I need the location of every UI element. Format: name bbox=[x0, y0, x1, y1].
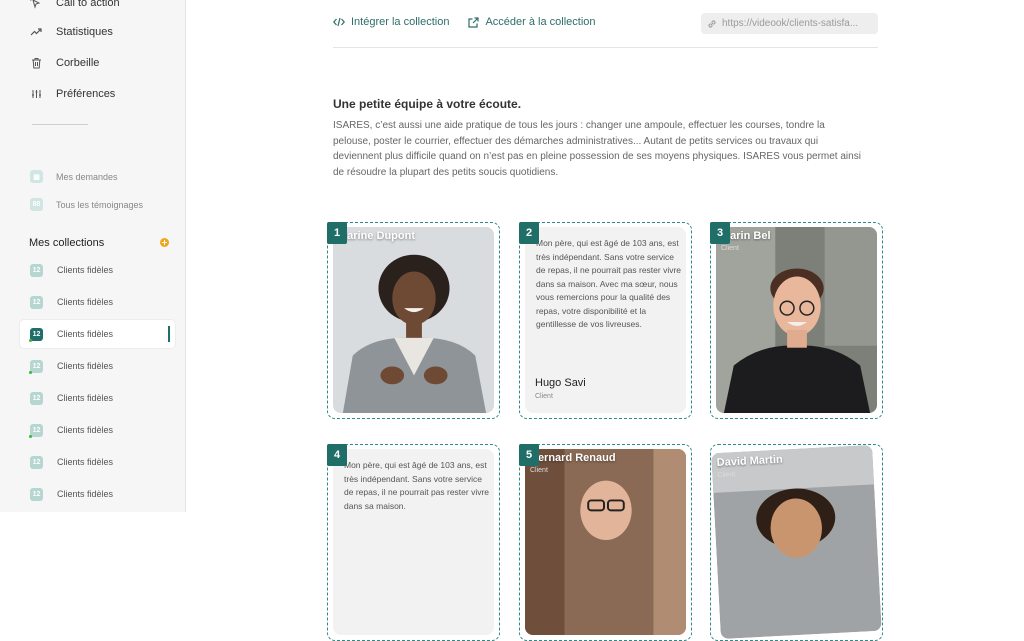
card-author-role: Client bbox=[721, 245, 739, 252]
card-author-role: Client bbox=[717, 471, 736, 480]
sidebar-item-label: Tous les témoignages bbox=[56, 199, 144, 210]
intro-paragraph: ISARES, c’est aussi une aide pratique de… bbox=[333, 120, 861, 178]
card-quote: Mon père, qui est âgé de 103 ans, est tr… bbox=[536, 238, 682, 329]
card-number: 1 bbox=[327, 222, 347, 244]
collection-url-field[interactable]: https://videook/clients-satisfa... bbox=[701, 13, 878, 34]
video-thumbnail[interactable]: David Martin Client bbox=[711, 444, 882, 640]
count-badge: 12 bbox=[30, 487, 43, 501]
collection-label: Clients fidèles bbox=[57, 425, 114, 435]
collection-label: Clients fidèles bbox=[57, 457, 114, 467]
collection-label: Clients fidèles bbox=[57, 265, 114, 275]
card-number: 5 bbox=[519, 444, 539, 466]
card-number: 3 bbox=[710, 222, 730, 244]
collection-item[interactable]: 12 Clients fidèles bbox=[20, 416, 175, 444]
nav-label: Call to action bbox=[56, 0, 120, 9]
count-badge: 12 bbox=[30, 263, 43, 277]
collection-toolbar: Intégrer la collection Accéder à la coll… bbox=[333, 16, 614, 28]
testimonial-card-3[interactable]: 3 Marin Bel Client bbox=[710, 222, 883, 419]
collection-label: Clients fidèles bbox=[57, 393, 114, 403]
testimonial-card-4[interactable]: Mon père, qui est âgé de 103 ans, est tr… bbox=[327, 444, 500, 641]
count-badge: 88 bbox=[30, 198, 43, 211]
count-badge: 12 bbox=[29, 327, 43, 342]
testimonial-photo bbox=[333, 227, 494, 413]
collection-label: Clients fidèles bbox=[57, 297, 114, 307]
count-badge: 12 bbox=[30, 391, 43, 405]
intro-heading: Une petite équipe à votre écoute. bbox=[333, 97, 522, 111]
add-collection-icon[interactable] bbox=[160, 238, 169, 247]
code-icon bbox=[333, 16, 345, 28]
cursor-click-icon bbox=[28, 0, 44, 11]
testimonial-photo bbox=[716, 227, 877, 413]
card-number: 4 bbox=[327, 444, 347, 466]
testimonial-card-1[interactable]: 1 Marine Dupont Client bbox=[327, 222, 500, 419]
testimonial-card-6[interactable]: David Martin Client bbox=[710, 444, 883, 641]
collection-item[interactable]: 12 Clients fidèles bbox=[20, 384, 175, 412]
collection-url-text: https://videook/clients-satisfa... bbox=[722, 18, 859, 29]
card-author-role: Client bbox=[535, 393, 553, 400]
toolbar-divider bbox=[333, 47, 878, 48]
collection-item[interactable]: 12 Clients fidèles bbox=[20, 352, 175, 380]
collection-item-active[interactable]: 12 Clients fidèles bbox=[20, 320, 175, 348]
count-badge: 12 bbox=[29, 423, 43, 438]
nav-call-to-action[interactable]: Call to action bbox=[28, 0, 120, 11]
open-collection-link[interactable]: Accéder à la collection bbox=[467, 16, 596, 28]
nav-label: Préférences bbox=[56, 88, 116, 100]
sidebar-item-mes-demandes[interactable]: ▦ Mes demandes bbox=[30, 170, 118, 183]
testimonial-photo bbox=[525, 449, 686, 635]
embed-collection-link[interactable]: Intégrer la collection bbox=[333, 16, 449, 28]
video-thumbnail[interactable] bbox=[333, 227, 494, 413]
sidebar-item-tous-les-temoignages[interactable]: 88 Tous les témoignages bbox=[30, 198, 143, 211]
nav-preferences[interactable]: Préférences bbox=[28, 86, 115, 102]
video-thumbnail[interactable] bbox=[716, 227, 877, 413]
nav-label: Corbeille bbox=[56, 57, 100, 69]
count-badge: 12 bbox=[30, 455, 43, 469]
card-author-name: Marine Dupont bbox=[338, 230, 415, 242]
collection-item[interactable]: 12 Clients fidèles bbox=[20, 448, 175, 476]
inbox-icon: ▦ bbox=[30, 170, 43, 183]
testimonial-card-2[interactable]: Mon père, qui est âgé de 103 ans, est tr… bbox=[519, 222, 692, 419]
card-author-role: Client bbox=[338, 245, 356, 252]
link-icon bbox=[707, 19, 717, 29]
nav-label: Statistiques bbox=[56, 26, 113, 38]
collection-label: Clients fidèles bbox=[57, 489, 114, 499]
text-testimonial: Mon père, qui est âgé de 103 ans, est tr… bbox=[333, 449, 494, 635]
open-collection-label: Accéder à la collection bbox=[485, 16, 596, 28]
count-badge: 12 bbox=[29, 359, 43, 374]
sliders-icon bbox=[28, 86, 44, 102]
text-testimonial: Mon père, qui est âgé de 103 ans, est tr… bbox=[525, 227, 686, 413]
collection-label: Clients fidèles bbox=[57, 329, 114, 339]
trash-icon bbox=[28, 55, 44, 71]
sidebar-item-label: Mes demandes bbox=[56, 171, 118, 182]
card-author-name: Bernard Renaud bbox=[530, 452, 616, 464]
collection-item[interactable]: 12 Clients fidèles bbox=[20, 256, 175, 284]
testimonial-photo bbox=[711, 444, 882, 640]
embed-collection-label: Intégrer la collection bbox=[351, 16, 450, 28]
card-quote: Mon père, qui est âgé de 103 ans, est tr… bbox=[344, 460, 490, 511]
count-badge: 12 bbox=[30, 295, 43, 309]
testimonial-card-5[interactable]: 5 Bernard Renaud Client bbox=[519, 444, 692, 641]
external-link-icon bbox=[467, 16, 479, 28]
nav-corbeille[interactable]: Corbeille bbox=[28, 55, 99, 71]
collections-title: Mes collections bbox=[29, 237, 105, 249]
card-number: 2 bbox=[519, 222, 539, 244]
collection-item[interactable]: 12 Clients fidèles bbox=[20, 480, 175, 508]
nav-statistiques[interactable]: Statistiques bbox=[28, 24, 113, 40]
card-author-role: Client bbox=[530, 467, 548, 474]
video-thumbnail[interactable] bbox=[525, 449, 686, 635]
trend-up-icon bbox=[28, 24, 44, 40]
collection-label: Clients fidèles bbox=[57, 361, 114, 371]
sidebar: Call to action Statistiques Corbeille Pr… bbox=[0, 0, 186, 512]
card-author-name: Hugo Savi bbox=[535, 377, 586, 389]
sidebar-divider bbox=[32, 124, 88, 125]
collection-item[interactable]: 12 Clients fidèles bbox=[20, 288, 175, 316]
